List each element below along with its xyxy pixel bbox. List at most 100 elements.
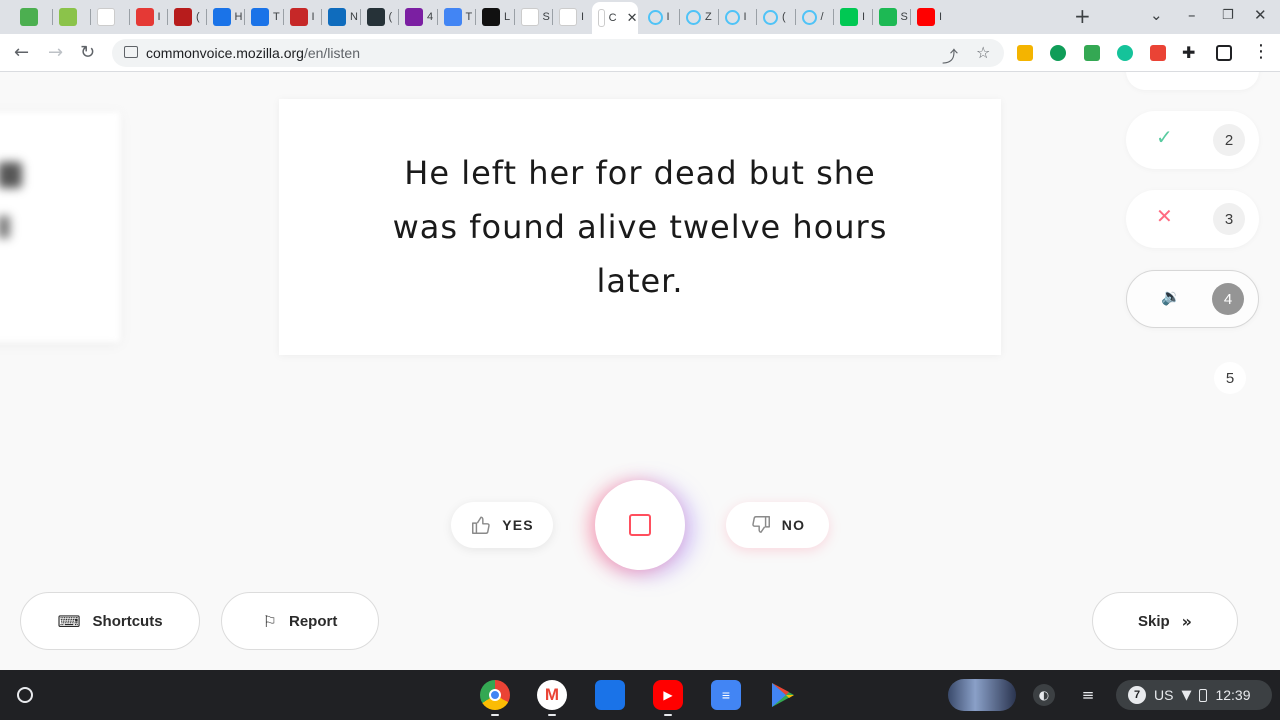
letter-a-icon bbox=[289, 8, 308, 26]
browser-tab[interactable]: ( bbox=[757, 4, 796, 30]
minimize-icon[interactable]: – bbox=[1188, 6, 1196, 24]
forward-icon[interactable]: → bbox=[48, 42, 63, 63]
c-circle-icon bbox=[212, 8, 231, 26]
sentence-card: He left her for dead but she was found a… bbox=[279, 99, 1001, 355]
browser-tab[interactable]: H bbox=[207, 4, 246, 30]
share-icon[interactable]: ⤴ bbox=[942, 43, 958, 67]
browser-tab[interactable]: T bbox=[438, 4, 477, 30]
browser-tab[interactable]: / bbox=[796, 4, 835, 30]
shortcuts-button[interactable]: ⌨ Shortcuts bbox=[20, 592, 200, 650]
docs-icon[interactable]: ≡ bbox=[711, 680, 741, 710]
clip-4-pill[interactable]: 🔉 4 bbox=[1126, 270, 1259, 328]
page-content: He left her for dead but she was found a… bbox=[0, 72, 1280, 670]
browser-tab[interactable] bbox=[53, 4, 92, 30]
browser-tab[interactable] bbox=[91, 4, 130, 30]
clip-3-pill[interactable]: ✕ 3 bbox=[1126, 190, 1259, 248]
browser-tab[interactable]: T bbox=[245, 4, 284, 30]
media-queue-icon[interactable]: ≡ bbox=[1077, 684, 1099, 706]
bookmark-star-icon[interactable]: ☆ bbox=[976, 43, 990, 62]
status-area[interactable]: 7 US ▼ 12:39 bbox=[1116, 680, 1272, 710]
green-app-icon bbox=[840, 8, 858, 26]
grammarly-extension-icon[interactable] bbox=[1117, 45, 1133, 61]
extensions-puzzle-icon[interactable]: ✚ bbox=[1182, 43, 1195, 62]
browser-tab[interactable]: I bbox=[553, 4, 592, 30]
vote-no-button[interactable]: NO bbox=[726, 502, 829, 548]
running-indicator bbox=[664, 714, 672, 716]
stop-icon bbox=[629, 514, 651, 536]
browser-tab[interactable]: S bbox=[873, 4, 912, 30]
browser-tab[interactable]: C ✕ bbox=[591, 2, 638, 34]
browser-tab[interactable]: I bbox=[130, 4, 169, 30]
more-menu-icon[interactable]: ⋮ bbox=[1252, 41, 1270, 62]
vote-yes-button[interactable]: YES bbox=[451, 502, 553, 548]
announce-extension-icon[interactable] bbox=[1150, 45, 1166, 61]
cast-extension-icon[interactable] bbox=[1084, 45, 1100, 61]
tab-title: I bbox=[311, 11, 315, 23]
tab-title: I bbox=[939, 11, 943, 23]
tab-title: I bbox=[157, 11, 161, 23]
tab-title: I bbox=[743, 11, 747, 23]
browser-tab[interactable]: L bbox=[476, 4, 515, 30]
tab-title: T bbox=[465, 11, 473, 23]
stop-playback-button[interactable] bbox=[595, 480, 685, 570]
files-icon[interactable] bbox=[595, 680, 625, 710]
browser-tab[interactable] bbox=[14, 4, 53, 30]
browser-tab[interactable]: 4 bbox=[399, 4, 438, 30]
common-voice-icon bbox=[597, 9, 605, 27]
browser-tab[interactable]: I bbox=[642, 4, 681, 30]
site-info-icon[interactable] bbox=[124, 46, 138, 58]
close-window-icon[interactable]: ✕ bbox=[1254, 6, 1267, 24]
windows-logo-icon bbox=[20, 8, 38, 26]
flag-icon: ⚐ bbox=[262, 611, 277, 631]
vote-no-label: NO bbox=[781, 517, 806, 533]
loading-icon bbox=[686, 9, 701, 25]
report-button[interactable]: ⚐ Report bbox=[221, 592, 379, 650]
x-icon: ✕ bbox=[1156, 204, 1173, 228]
tab-title: C bbox=[608, 12, 617, 24]
outlook-icon bbox=[328, 8, 346, 26]
close-tab-icon[interactable]: ✕ bbox=[627, 10, 638, 26]
spotify-icon bbox=[878, 8, 897, 26]
tab-title: I bbox=[581, 11, 585, 23]
media-mute-icon[interactable]: ◐ bbox=[1033, 684, 1055, 706]
window-preview-thumbnail[interactable] bbox=[948, 679, 1016, 711]
clip-2-pill[interactable]: ✓ 2 bbox=[1126, 111, 1259, 169]
browser-tab[interactable]: I bbox=[834, 4, 873, 30]
tab-title: / bbox=[820, 11, 824, 23]
new-tab-button[interactable]: + bbox=[1074, 4, 1091, 28]
play-store-icon[interactable] bbox=[768, 680, 798, 710]
screencast-extension-icon[interactable] bbox=[1050, 45, 1066, 61]
browser-tab[interactable]: Z bbox=[680, 4, 719, 30]
browser-tab[interactable]: N bbox=[322, 4, 361, 30]
thumbs-down-icon bbox=[752, 516, 770, 533]
browser-tab[interactable]: ( bbox=[168, 4, 207, 30]
browser-tab[interactable]: S bbox=[515, 4, 554, 30]
clip-5-number[interactable]: 5 bbox=[1214, 362, 1246, 394]
tab-search-icon[interactable]: ⌄ bbox=[1150, 6, 1163, 24]
address-bar[interactable]: commonvoice.mozilla.org/en/listen ⤴ ☆ bbox=[112, 39, 1004, 67]
skip-button[interactable]: Skip » bbox=[1092, 592, 1238, 650]
browser-toolbar: ← → ↻ commonvoice.mozilla.org/en/listen … bbox=[0, 34, 1280, 72]
tab-strip: + ⌄ – ❐ ✕ I(H T I N(4 T L S I C ✕ I Z I(/ I S I bbox=[0, 0, 1280, 34]
gmail-icon[interactable]: M bbox=[537, 680, 567, 710]
keyboard-layout-label: US bbox=[1154, 687, 1174, 703]
back-icon[interactable]: ← bbox=[14, 42, 29, 63]
side-panel-icon[interactable] bbox=[1216, 45, 1232, 61]
loading-icon bbox=[647, 9, 663, 25]
classroom-extension-icon[interactable] bbox=[1017, 45, 1033, 61]
mozilla-icon bbox=[559, 8, 577, 26]
restore-icon[interactable]: ❐ bbox=[1222, 8, 1234, 23]
launcher-icon[interactable] bbox=[17, 687, 33, 703]
clip-1-pill[interactable] bbox=[1126, 72, 1259, 90]
loading-icon bbox=[724, 9, 740, 25]
browser-tab[interactable]: I bbox=[911, 4, 950, 30]
browser-tab[interactable]: I bbox=[284, 4, 323, 30]
d2l-icon bbox=[482, 8, 500, 26]
chrome-icon[interactable] bbox=[480, 680, 510, 710]
browser-tab[interactable]: I bbox=[719, 4, 758, 30]
wifi-icon: ▼ bbox=[1181, 687, 1192, 703]
browser-tab[interactable]: ( bbox=[361, 4, 400, 30]
reload-icon[interactable]: ↻ bbox=[80, 42, 95, 63]
youtube-icon[interactable]: ▶ bbox=[653, 680, 683, 710]
keyboard-icon: ⌨ bbox=[57, 611, 81, 631]
